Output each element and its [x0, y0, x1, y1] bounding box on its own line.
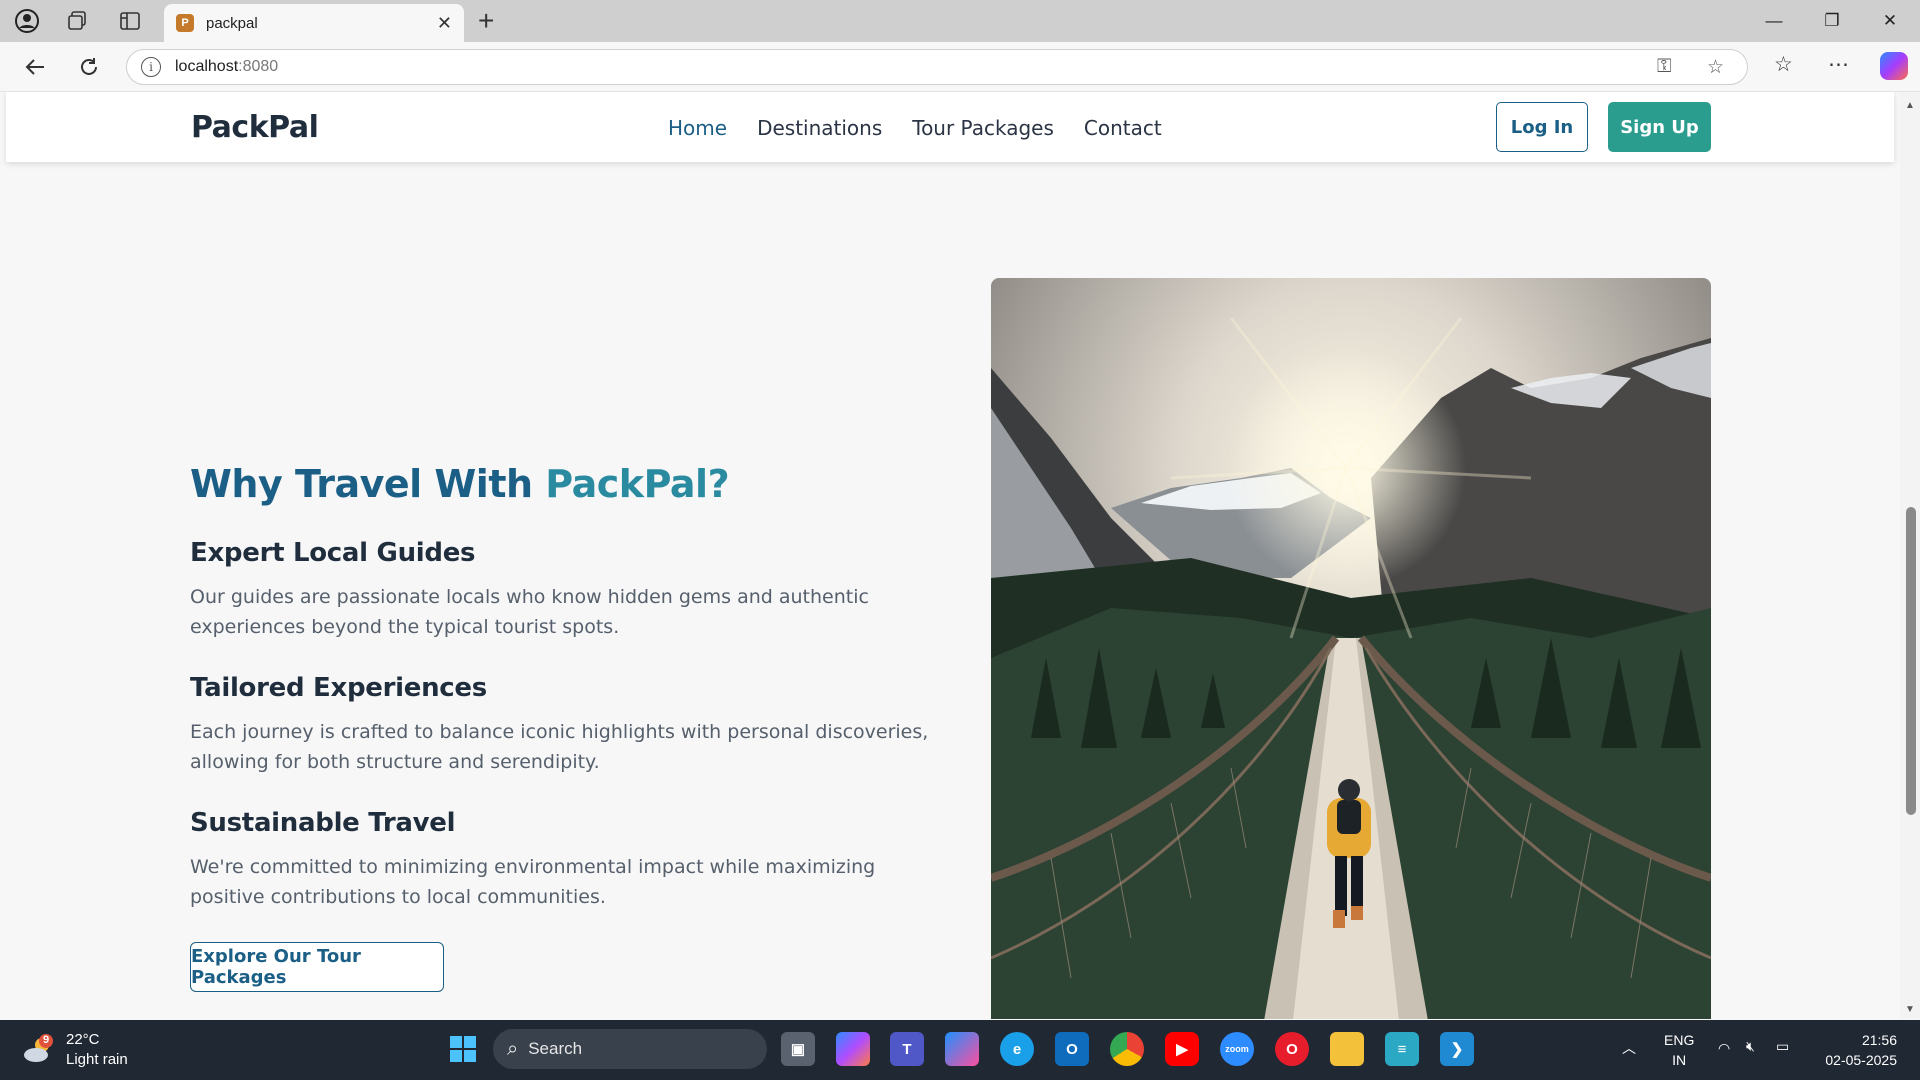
site-info-icon[interactable]: i	[141, 57, 161, 77]
reload-button[interactable]	[74, 52, 104, 82]
new-tab-button[interactable]: +	[478, 6, 494, 36]
opera-icon[interactable]: O	[1275, 1032, 1309, 1066]
minimize-button[interactable]: —	[1750, 6, 1798, 36]
feature-expert-guides: Expert Local Guides Our guides are passi…	[190, 538, 930, 642]
taskbar-search-label: Search	[528, 1039, 583, 1058]
nav-tour-packages[interactable]: Tour Packages	[912, 116, 1054, 140]
scroll-down-arrow-icon[interactable]: ▼	[1905, 1004, 1915, 1015]
windows-start-icon[interactable]	[446, 1032, 480, 1066]
edge-icon[interactable]: e	[1000, 1032, 1034, 1066]
window-close-button[interactable]: ✕	[1866, 6, 1914, 36]
more-menu-icon[interactable]: ⋯	[1828, 52, 1849, 77]
restore-button[interactable]: ❐	[1808, 6, 1856, 36]
weather-badge: 9	[43, 1034, 50, 1046]
key-icon[interactable]: ⚿	[1657, 56, 1671, 78]
feature-title: Tailored Experiences	[190, 673, 487, 703]
site-logo[interactable]: PackPal	[191, 110, 319, 145]
language-indicator[interactable]: ENG IN	[1664, 1030, 1694, 1070]
windows-taskbar: 9 22°C Light rain ⌕ Search ▣ T e O ▶ zoo…	[0, 1020, 1920, 1080]
lang-line2: IN	[1672, 1052, 1687, 1068]
zoom-icon[interactable]: zoom	[1220, 1032, 1254, 1066]
login-button[interactable]: Log In	[1496, 102, 1588, 152]
volume-muted-icon[interactable]: 🔇︎	[1746, 1038, 1755, 1055]
hero-photo-suspension-bridge	[991, 278, 1711, 1019]
url-host: localhost	[175, 58, 239, 75]
outlook-icon[interactable]: O	[1055, 1032, 1089, 1066]
url-port: :8080	[238, 58, 279, 75]
weather-rain-cloud-icon: 9	[22, 1033, 56, 1067]
back-button[interactable]	[20, 52, 50, 82]
lang-line1: ENG	[1664, 1032, 1695, 1048]
nav-home[interactable]: Home	[668, 116, 727, 140]
favorites-icon[interactable]: ☆	[1774, 52, 1793, 77]
feature-text: Our guides are passionate locals who kno…	[190, 586, 869, 638]
notepad-icon[interactable]: ≡	[1385, 1032, 1419, 1066]
page-viewport: PackPal Home Destinations Tour Packages …	[0, 92, 1900, 1019]
scrollbar-thumb[interactable]	[1906, 507, 1916, 815]
taskbar-clock[interactable]: 21:56 02-05-2025	[1817, 1030, 1897, 1070]
tray-overflow-icon[interactable]: ︿	[1622, 1038, 1636, 1058]
copilot-icon[interactable]	[1880, 52, 1908, 80]
browser-tab-strip: P packpal ✕ + — ❐ ✕	[0, 0, 1920, 42]
page-scrollbar[interactable]: ▲ ▼	[1900, 92, 1920, 1019]
battery-icon[interactable]: ▭	[1776, 1038, 1789, 1055]
weather-desc: Light rain	[66, 1051, 128, 1068]
scroll-up-arrow-icon[interactable]: ▲	[1905, 100, 1915, 111]
m365-icon[interactable]	[945, 1032, 979, 1066]
explore-packages-button[interactable]: Explore Our Tour Packages	[190, 942, 444, 992]
browser-tab-active[interactable]: P packpal ✕	[164, 4, 464, 42]
favorite-star-icon[interactable]: ☆	[1707, 56, 1724, 79]
search-icon: ⌕	[507, 1037, 519, 1060]
signup-button[interactable]: Sign Up	[1608, 102, 1711, 152]
address-bar[interactable]: i localhost:8080 ⚿ ☆	[126, 49, 1748, 85]
main-nav: Home Destinations Tour Packages Contact	[668, 116, 1162, 140]
clock-date: 02-05-2025	[1825, 1052, 1897, 1068]
youtube-icon[interactable]: ▶	[1165, 1032, 1199, 1066]
profile-icon[interactable]	[14, 8, 40, 34]
site-header: PackPal Home Destinations Tour Packages …	[6, 92, 1894, 162]
nav-contact[interactable]: Contact	[1084, 116, 1162, 140]
clock-time: 21:56	[1861, 1032, 1897, 1048]
copilot-app-icon[interactable]	[836, 1032, 870, 1066]
nav-destinations[interactable]: Destinations	[757, 116, 882, 140]
browser-toolbar: i localhost:8080 ⚿ ☆ ☆ ⋯	[0, 42, 1920, 92]
taskbar-search[interactable]: ⌕ Search	[493, 1029, 767, 1069]
tab-close-icon[interactable]: ✕	[437, 13, 452, 34]
weather-temp: 22°C	[66, 1031, 100, 1048]
tab-title: packpal	[206, 14, 258, 32]
vertical-tabs-icon[interactable]	[117, 8, 143, 34]
chrome-icon[interactable]	[1110, 1032, 1144, 1066]
task-view-icon[interactable]: ▣	[781, 1032, 815, 1066]
feature-text: We're committed to minimizing environmen…	[190, 856, 876, 908]
feature-text: Each journey is crafted to balance iconi…	[190, 721, 929, 773]
section-title-part2: PackPal?	[545, 462, 730, 506]
feature-sustainable-travel: Sustainable Travel We're committed to mi…	[190, 808, 930, 912]
weather-widget[interactable]: 9 22°C Light rain	[22, 1030, 128, 1070]
wifi-icon[interactable]: ◠	[1718, 1040, 1730, 1057]
feature-title: Sustainable Travel	[190, 808, 456, 838]
tab-favicon-icon: P	[176, 14, 194, 32]
workspaces-icon[interactable]	[64, 8, 90, 34]
section-title: Why Travel With PackPal?	[190, 462, 730, 506]
teams-icon[interactable]: T	[890, 1032, 924, 1066]
feature-tailored-experiences: Tailored Experiences Each journey is cra…	[190, 673, 930, 777]
file-explorer-icon[interactable]	[1330, 1032, 1364, 1066]
vscode-icon[interactable]: ❯	[1440, 1032, 1474, 1066]
section-title-part1: Why Travel With	[190, 462, 546, 506]
feature-title: Expert Local Guides	[190, 538, 476, 568]
